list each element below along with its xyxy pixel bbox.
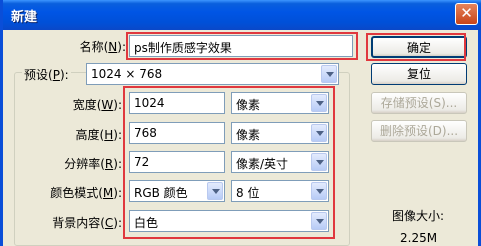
chevron-down-icon[interactable]	[207, 182, 223, 200]
save-preset-button[interactable]: 存储预设(S)...	[371, 92, 467, 114]
height-unit-dropdown[interactable]: 像素	[231, 122, 329, 144]
chevron-down-icon[interactable]	[311, 124, 327, 142]
name-highlight	[126, 32, 358, 60]
bit-depth-value: 8 位	[236, 186, 260, 200]
reset-button[interactable]: 复位	[371, 63, 467, 85]
resolution-label: 分辨率(R):	[64, 157, 122, 171]
chevron-down-icon[interactable]	[321, 65, 337, 83]
width-label: 宽度(W):	[72, 98, 122, 112]
resolution-input[interactable]: 72	[129, 151, 225, 173]
title-bar[interactable]: 新建 ✕	[3, 0, 481, 30]
chevron-down-icon[interactable]	[311, 212, 327, 230]
width-input[interactable]: 1024	[129, 92, 225, 114]
height-input[interactable]: 768	[129, 122, 225, 144]
background-label: 背景内容(C):	[52, 216, 122, 230]
background-dropdown[interactable]: 白色	[129, 210, 329, 232]
image-size-value: 2.25M	[400, 231, 438, 245]
width-unit-dropdown[interactable]: 像素	[231, 92, 329, 114]
chevron-down-icon[interactable]	[311, 153, 327, 171]
color-mode-label: 颜色模式(M):	[50, 186, 122, 200]
bit-depth-dropdown[interactable]: 8 位	[231, 180, 329, 202]
image-size-label: 图像大小:	[392, 209, 445, 223]
preset-label: 预设(P):	[22, 66, 71, 83]
name-label: 名称(N):	[79, 40, 126, 54]
dialog-title: 新建	[11, 10, 38, 25]
background-value: 白色	[134, 216, 159, 230]
chevron-down-icon[interactable]	[311, 94, 327, 112]
close-icon[interactable]: ✕	[455, 3, 478, 25]
chevron-down-icon[interactable]	[311, 182, 327, 200]
resolution-unit-dropdown[interactable]: 像素/英寸	[231, 151, 329, 173]
resolution-unit-value: 像素/英寸	[236, 157, 289, 171]
height-label: 高度(H):	[75, 128, 122, 142]
delete-preset-button[interactable]: 删除预设(D)...	[371, 120, 467, 142]
ok-highlight	[366, 33, 466, 61]
color-mode-dropdown[interactable]: RGB 颜色	[129, 180, 225, 202]
width-unit-value: 像素	[236, 98, 261, 112]
preset-dropdown[interactable]: 1024 × 768	[86, 63, 339, 85]
preset-value: 1024 × 768	[91, 67, 163, 81]
height-unit-value: 像素	[236, 128, 261, 142]
color-mode-value: RGB 颜色	[134, 186, 188, 200]
